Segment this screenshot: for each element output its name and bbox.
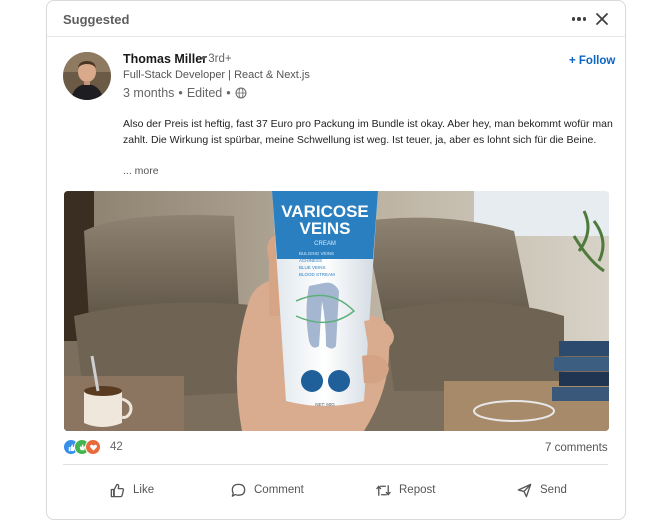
see-more-link[interactable]: ... more bbox=[123, 165, 159, 177]
comment-icon bbox=[231, 483, 246, 497]
tube-net: NET: 60G bbox=[315, 402, 335, 407]
like-label: Like bbox=[133, 484, 155, 496]
reaction-count: 42 bbox=[110, 441, 123, 453]
meta-separator: • bbox=[226, 86, 231, 100]
post-image[interactable]: VARICOSE VEINS CREAM BULGING VEINS ACHIN… bbox=[64, 191, 609, 431]
send-button[interactable]: Send bbox=[516, 473, 567, 507]
repost-icon bbox=[376, 484, 391, 496]
avatar[interactable] bbox=[63, 52, 111, 100]
repost-label: Repost bbox=[399, 484, 436, 496]
send-label: Send bbox=[540, 484, 567, 496]
reactions-summary[interactable]: 42 bbox=[63, 439, 123, 455]
comments-count-link[interactable]: 7 comments bbox=[545, 442, 608, 454]
like-button[interactable]: Like bbox=[109, 473, 154, 507]
post-actions-bar: Like Comment Repost Send bbox=[47, 473, 625, 507]
more-options-button[interactable] bbox=[569, 9, 589, 29]
actions-divider bbox=[63, 464, 608, 465]
tube-bullet: BLUE VEINS bbox=[299, 265, 326, 270]
close-icon bbox=[596, 13, 608, 25]
connection-degree: • 3rd+ bbox=[201, 53, 232, 65]
dismiss-button[interactable] bbox=[592, 9, 612, 29]
love-icon bbox=[85, 439, 101, 455]
repost-button[interactable]: Repost bbox=[375, 473, 435, 507]
globe-icon bbox=[235, 87, 247, 99]
tube-bullet: BULGING VEINS bbox=[299, 251, 334, 256]
post-time: 3 months bbox=[123, 86, 175, 100]
suggested-label: Suggested bbox=[63, 12, 130, 27]
author-headline: Full-Stack Developer | React & Next.js bbox=[123, 69, 310, 81]
more-horizontal-icon-dot bbox=[577, 17, 581, 21]
post-meta: 3 months • Edited • bbox=[123, 86, 247, 100]
author-name[interactable]: Thomas Miller bbox=[123, 52, 207, 66]
tube-bullet: ACHINESS bbox=[299, 258, 322, 263]
brand-sub: CREAM bbox=[314, 241, 336, 247]
meta-separator: • bbox=[178, 86, 183, 100]
more-horizontal-icon-dot bbox=[582, 17, 587, 21]
post-header: Suggested bbox=[47, 1, 625, 37]
thumbs-up-icon bbox=[110, 483, 125, 497]
comment-button[interactable]: Comment bbox=[230, 473, 304, 507]
send-icon bbox=[517, 483, 532, 497]
tube-bullet: BLOOD STREAM bbox=[299, 272, 335, 277]
more-horizontal-icon bbox=[571, 17, 576, 21]
post-card: Suggested Thomas Miller • 3rd+ Full-Stac… bbox=[46, 0, 626, 520]
edited-label: Edited bbox=[186, 86, 223, 100]
brand-line2: VEINS bbox=[299, 219, 350, 238]
follow-button[interactable]: + Follow bbox=[569, 55, 615, 67]
comment-label: Comment bbox=[254, 484, 304, 496]
post-text: Also der Preis ist heftig, fast 37 Euro … bbox=[123, 118, 613, 146]
